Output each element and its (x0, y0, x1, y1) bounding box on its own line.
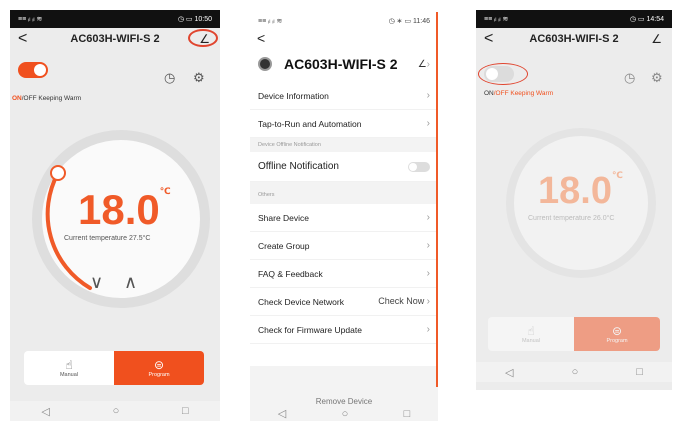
right-edge-accent (436, 12, 438, 387)
status-bar: ≡≡ ᵢₗ ᵢₗ ≋ ◷ ▭ 14:54 (476, 10, 672, 28)
toggle-knob (34, 64, 46, 76)
signal-indicators: ≡≡ ᵢₗ ᵢₗ ≋ (18, 16, 43, 23)
system-nav-bar: ◁ ○ □ (10, 401, 220, 421)
chevron-right-icon: › (426, 240, 430, 251)
back-icon[interactable]: < (484, 30, 493, 48)
chevron-right-icon: › (426, 296, 430, 307)
section-header-others: Others (250, 182, 438, 204)
chevron-right-icon: › (426, 118, 430, 129)
nav-back-icon[interactable]: ◁ (278, 407, 286, 420)
menu-faq-feedback[interactable]: FAQ & Feedback › (250, 260, 438, 288)
status-time: ◷ ▭ 14:54 (629, 16, 664, 23)
mode-selector: ☝ Manual ⊜ Program (488, 317, 660, 351)
offline-notification-switch[interactable] (408, 161, 430, 172)
edit-icon[interactable]: ∠ (651, 32, 662, 46)
program-icon: ⊜ (611, 324, 623, 338)
check-now-value: Check Now (378, 296, 425, 306)
current-temperature: Current temperature 26.0°C (528, 215, 615, 222)
page-title: AC603H-WIFI-S 2 (529, 33, 619, 45)
current-temperature: Current temperature 27.5°C (64, 235, 151, 242)
status-time: ◷ ∗ ▭ 11:46 (388, 18, 430, 25)
device-name: AC603H-WIFI-S 2 (284, 56, 398, 72)
device-avatar (258, 57, 272, 71)
nav-home-icon[interactable]: ○ (572, 366, 579, 378)
chevron-right-icon: › (426, 212, 430, 223)
nav-home-icon[interactable]: ○ (113, 405, 120, 417)
menu-create-group[interactable]: Create Group › (250, 232, 438, 260)
chevron-right-icon: › (426, 268, 430, 279)
clock-icon[interactable]: ◷ (164, 70, 175, 86)
dial-handle[interactable] (50, 165, 66, 181)
clock-icon[interactable]: ◷ (624, 70, 635, 86)
thermostat-screen-on: ≡≡ ᵢₗ ᵢₗ ≋ ◷ ▭ 10:50 < AC603H-WIFI-S 2 ∠… (10, 10, 220, 421)
highlight-circle (188, 29, 218, 47)
temp-down-button[interactable]: ∨ (90, 272, 103, 293)
device-header[interactable]: AC603H-WIFI-S 2 ∠› (250, 46, 438, 82)
offline-notification-row: Offline Notification (250, 152, 438, 182)
signal-indicators: ≡≡ ᵢₗ ᵢₗ ≋ (258, 18, 283, 25)
power-toggle[interactable] (18, 62, 48, 78)
page-title: AC603H-WIFI-S 2 (70, 33, 160, 45)
system-nav-bar: ◁ ○ □ (250, 406, 438, 421)
mode-program-button[interactable]: ⊜ Program (574, 317, 660, 351)
power-label: ON/OFF Keeping Warm (484, 90, 554, 97)
remove-device-button[interactable]: Remove Device (250, 397, 438, 406)
temp-up-button[interactable]: ∧ (124, 272, 137, 293)
gear-icon[interactable]: ⚙ (193, 70, 205, 86)
mode-program-button[interactable]: ⊜ Program (114, 351, 204, 385)
program-icon: ⊜ (153, 358, 165, 372)
highlight-circle (478, 63, 528, 85)
set-temperature: 18.0℃ (538, 170, 623, 212)
status-bar: ≡≡ ᵢₗ ᵢₗ ≋ ◷ ∗ ▭ 11:46 (250, 12, 438, 30)
hand-icon: ☝ (65, 358, 73, 372)
menu-check-network[interactable]: Check Device Network Check Now › (250, 288, 438, 316)
chevron-right-icon: › (426, 90, 430, 101)
status-time: ◷ ▭ 10:50 (177, 16, 212, 23)
hand-icon: ☝ (527, 324, 535, 338)
nav-recent-icon[interactable]: □ (182, 405, 189, 417)
mode-selector: ☝ Manual ⊜ Program (24, 351, 204, 385)
menu-firmware-update[interactable]: Check for Firmware Update › (250, 316, 438, 344)
menu-device-information[interactable]: Device Information › (250, 82, 438, 110)
nav-back-icon[interactable]: ◁ (505, 366, 513, 379)
device-settings-screen: ≡≡ ᵢₗ ᵢₗ ≋ ◷ ∗ ▭ 11:46 < AC603H-WIFI-S 2… (250, 12, 438, 421)
top-bar: < AC603H-WIFI-S 2 ∠ (10, 28, 220, 50)
signal-indicators: ≡≡ ᵢₗ ᵢₗ ≋ (484, 16, 509, 23)
menu-share-device[interactable]: Share Device › (250, 204, 438, 232)
top-bar: < AC603H-WIFI-S 2 ∠ (476, 28, 672, 50)
back-icon[interactable]: < (250, 30, 438, 46)
section-header-offline: Device Offline Notification (250, 138, 438, 152)
chevron-right-icon: › (426, 324, 430, 335)
system-nav-bar: ◁ ○ □ (476, 362, 672, 382)
nav-back-icon[interactable]: ◁ (41, 405, 49, 418)
mode-manual-button[interactable]: ☝ Manual (488, 317, 574, 351)
back-icon[interactable]: < (18, 30, 27, 48)
thermostat-screen-off: ≡≡ ᵢₗ ᵢₗ ≋ ◷ ▭ 14:54 < AC603H-WIFI-S 2 ∠… (476, 10, 672, 390)
nav-home-icon[interactable]: ○ (342, 408, 349, 420)
status-bar: ≡≡ ᵢₗ ᵢₗ ≋ ◷ ▭ 10:50 (10, 10, 220, 28)
power-label: ON/OFF Keeping Warm (12, 95, 82, 102)
menu-tap-to-run[interactable]: Tap-to-Run and Automation › (250, 110, 438, 138)
gear-icon[interactable]: ⚙ (651, 70, 663, 86)
mode-manual-button[interactable]: ☝ Manual (24, 351, 114, 385)
set-temperature: 18.0℃ (78, 186, 171, 233)
nav-recent-icon[interactable]: □ (404, 408, 411, 420)
nav-recent-icon[interactable]: □ (636, 366, 643, 378)
edit-icon[interactable]: ∠› (418, 59, 430, 70)
